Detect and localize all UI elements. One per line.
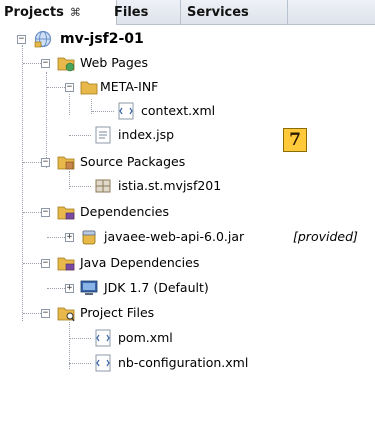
package-label: istia.st.mvjsf201 bbox=[118, 178, 222, 193]
tree-line bbox=[69, 338, 91, 339]
expand-icon[interactable]: + bbox=[65, 284, 74, 293]
web-pages-folder-icon bbox=[57, 57, 75, 72]
xml-file-icon bbox=[95, 354, 111, 372]
tree-row-source-packages[interactable]: − Source Packages bbox=[0, 151, 375, 173]
jsp-file-icon bbox=[95, 126, 111, 144]
collapse-icon[interactable]: − bbox=[17, 35, 26, 44]
javaee-jar-label: javaee-web-api-6.0.jar bbox=[104, 229, 245, 244]
collapse-icon[interactable]: − bbox=[41, 59, 50, 68]
provided-scope-label: [provided] bbox=[293, 229, 358, 244]
tab-files-label: Files bbox=[114, 5, 149, 20]
tab-services-label: Services bbox=[187, 5, 249, 20]
tree-row-index-jsp[interactable]: index.jsp bbox=[0, 124, 375, 146]
collapse-icon[interactable]: − bbox=[41, 158, 50, 167]
tree-line bbox=[47, 87, 65, 88]
java-libraries-folder-icon bbox=[57, 257, 75, 271]
tree-row-web-pages[interactable]: − Web Pages bbox=[0, 52, 375, 74]
source-packages-label: Source Packages bbox=[80, 154, 186, 169]
web-pages-label: Web Pages bbox=[80, 55, 148, 70]
folder-icon bbox=[80, 81, 98, 95]
collapse-icon[interactable]: − bbox=[41, 259, 50, 268]
tab-projects-label: Projects bbox=[4, 5, 64, 20]
tree-row-context-xml[interactable]: context.xml bbox=[0, 100, 375, 122]
tab-close-icon[interactable]: ⌘ bbox=[70, 6, 81, 19]
pom-xml-label: pom.xml bbox=[118, 330, 173, 345]
tree-row-nb-configuration[interactable]: nb-configuration.xml bbox=[0, 352, 375, 374]
web-project-globe-icon bbox=[34, 30, 52, 48]
tree-row-meta-inf[interactable]: − META-INF bbox=[0, 76, 375, 98]
tree-row-java-dependencies[interactable]: − Java Dependencies bbox=[0, 252, 375, 274]
index-jsp-label: index.jsp bbox=[118, 127, 175, 142]
tree-row-package[interactable]: istia.st.mvjsf201 bbox=[0, 175, 375, 197]
tab-bar: Projects ⌘ Files Services bbox=[0, 0, 375, 25]
nb-configuration-label: nb-configuration.xml bbox=[118, 355, 249, 370]
jdk-label: JDK 1.7 (Default) bbox=[104, 280, 209, 295]
source-packages-folder-icon bbox=[57, 156, 75, 170]
tree-line bbox=[92, 111, 114, 112]
tree-row-javaee-jar[interactable]: + javaee-web-api-6.0.jar [provided] bbox=[0, 226, 375, 248]
tree-line bbox=[23, 162, 41, 163]
tab-projects[interactable]: Projects ⌘ bbox=[0, 0, 117, 25]
xml-file-icon bbox=[95, 329, 111, 347]
tree-line bbox=[69, 135, 91, 136]
collapse-icon[interactable]: − bbox=[65, 83, 74, 92]
tab-files[interactable]: Files bbox=[110, 0, 180, 25]
collapse-icon[interactable]: − bbox=[41, 208, 50, 217]
tree-line bbox=[69, 186, 91, 187]
tree-row-jdk[interactable]: + JDK 1.7 (Default) bbox=[0, 277, 375, 299]
collapse-icon[interactable]: − bbox=[41, 309, 50, 318]
tree-row-project-files[interactable]: − Project Files bbox=[0, 302, 375, 324]
libraries-folder-icon bbox=[57, 206, 75, 220]
tree-line bbox=[23, 212, 41, 213]
jdk-icon bbox=[80, 280, 98, 295]
tree-row-project[interactable]: − mv-jsf2-01 bbox=[0, 28, 375, 50]
project-files-folder-icon bbox=[57, 307, 75, 322]
tree-line bbox=[47, 288, 65, 289]
xml-file-icon bbox=[118, 102, 134, 120]
jar-icon bbox=[82, 230, 96, 245]
tree-row-dependencies[interactable]: − Dependencies bbox=[0, 201, 375, 223]
tree-line bbox=[23, 63, 41, 64]
package-icon bbox=[95, 179, 111, 193]
tab-divider bbox=[287, 0, 288, 25]
tree-line bbox=[23, 313, 41, 314]
step-badge: 7 bbox=[283, 128, 307, 152]
dependencies-label: Dependencies bbox=[80, 204, 169, 219]
tree-line bbox=[69, 363, 91, 364]
context-xml-label: context.xml bbox=[141, 103, 216, 118]
tree-row-pom-xml[interactable]: pom.xml bbox=[0, 327, 375, 349]
tree-line bbox=[23, 263, 41, 264]
expand-icon[interactable]: + bbox=[65, 233, 74, 242]
project-files-label: Project Files bbox=[80, 305, 155, 320]
tree-line bbox=[47, 237, 65, 238]
java-dependencies-label: Java Dependencies bbox=[80, 255, 200, 270]
meta-inf-label: META-INF bbox=[100, 79, 159, 94]
project-name: mv-jsf2-01 bbox=[60, 31, 144, 47]
tab-services[interactable]: Services bbox=[180, 0, 290, 25]
